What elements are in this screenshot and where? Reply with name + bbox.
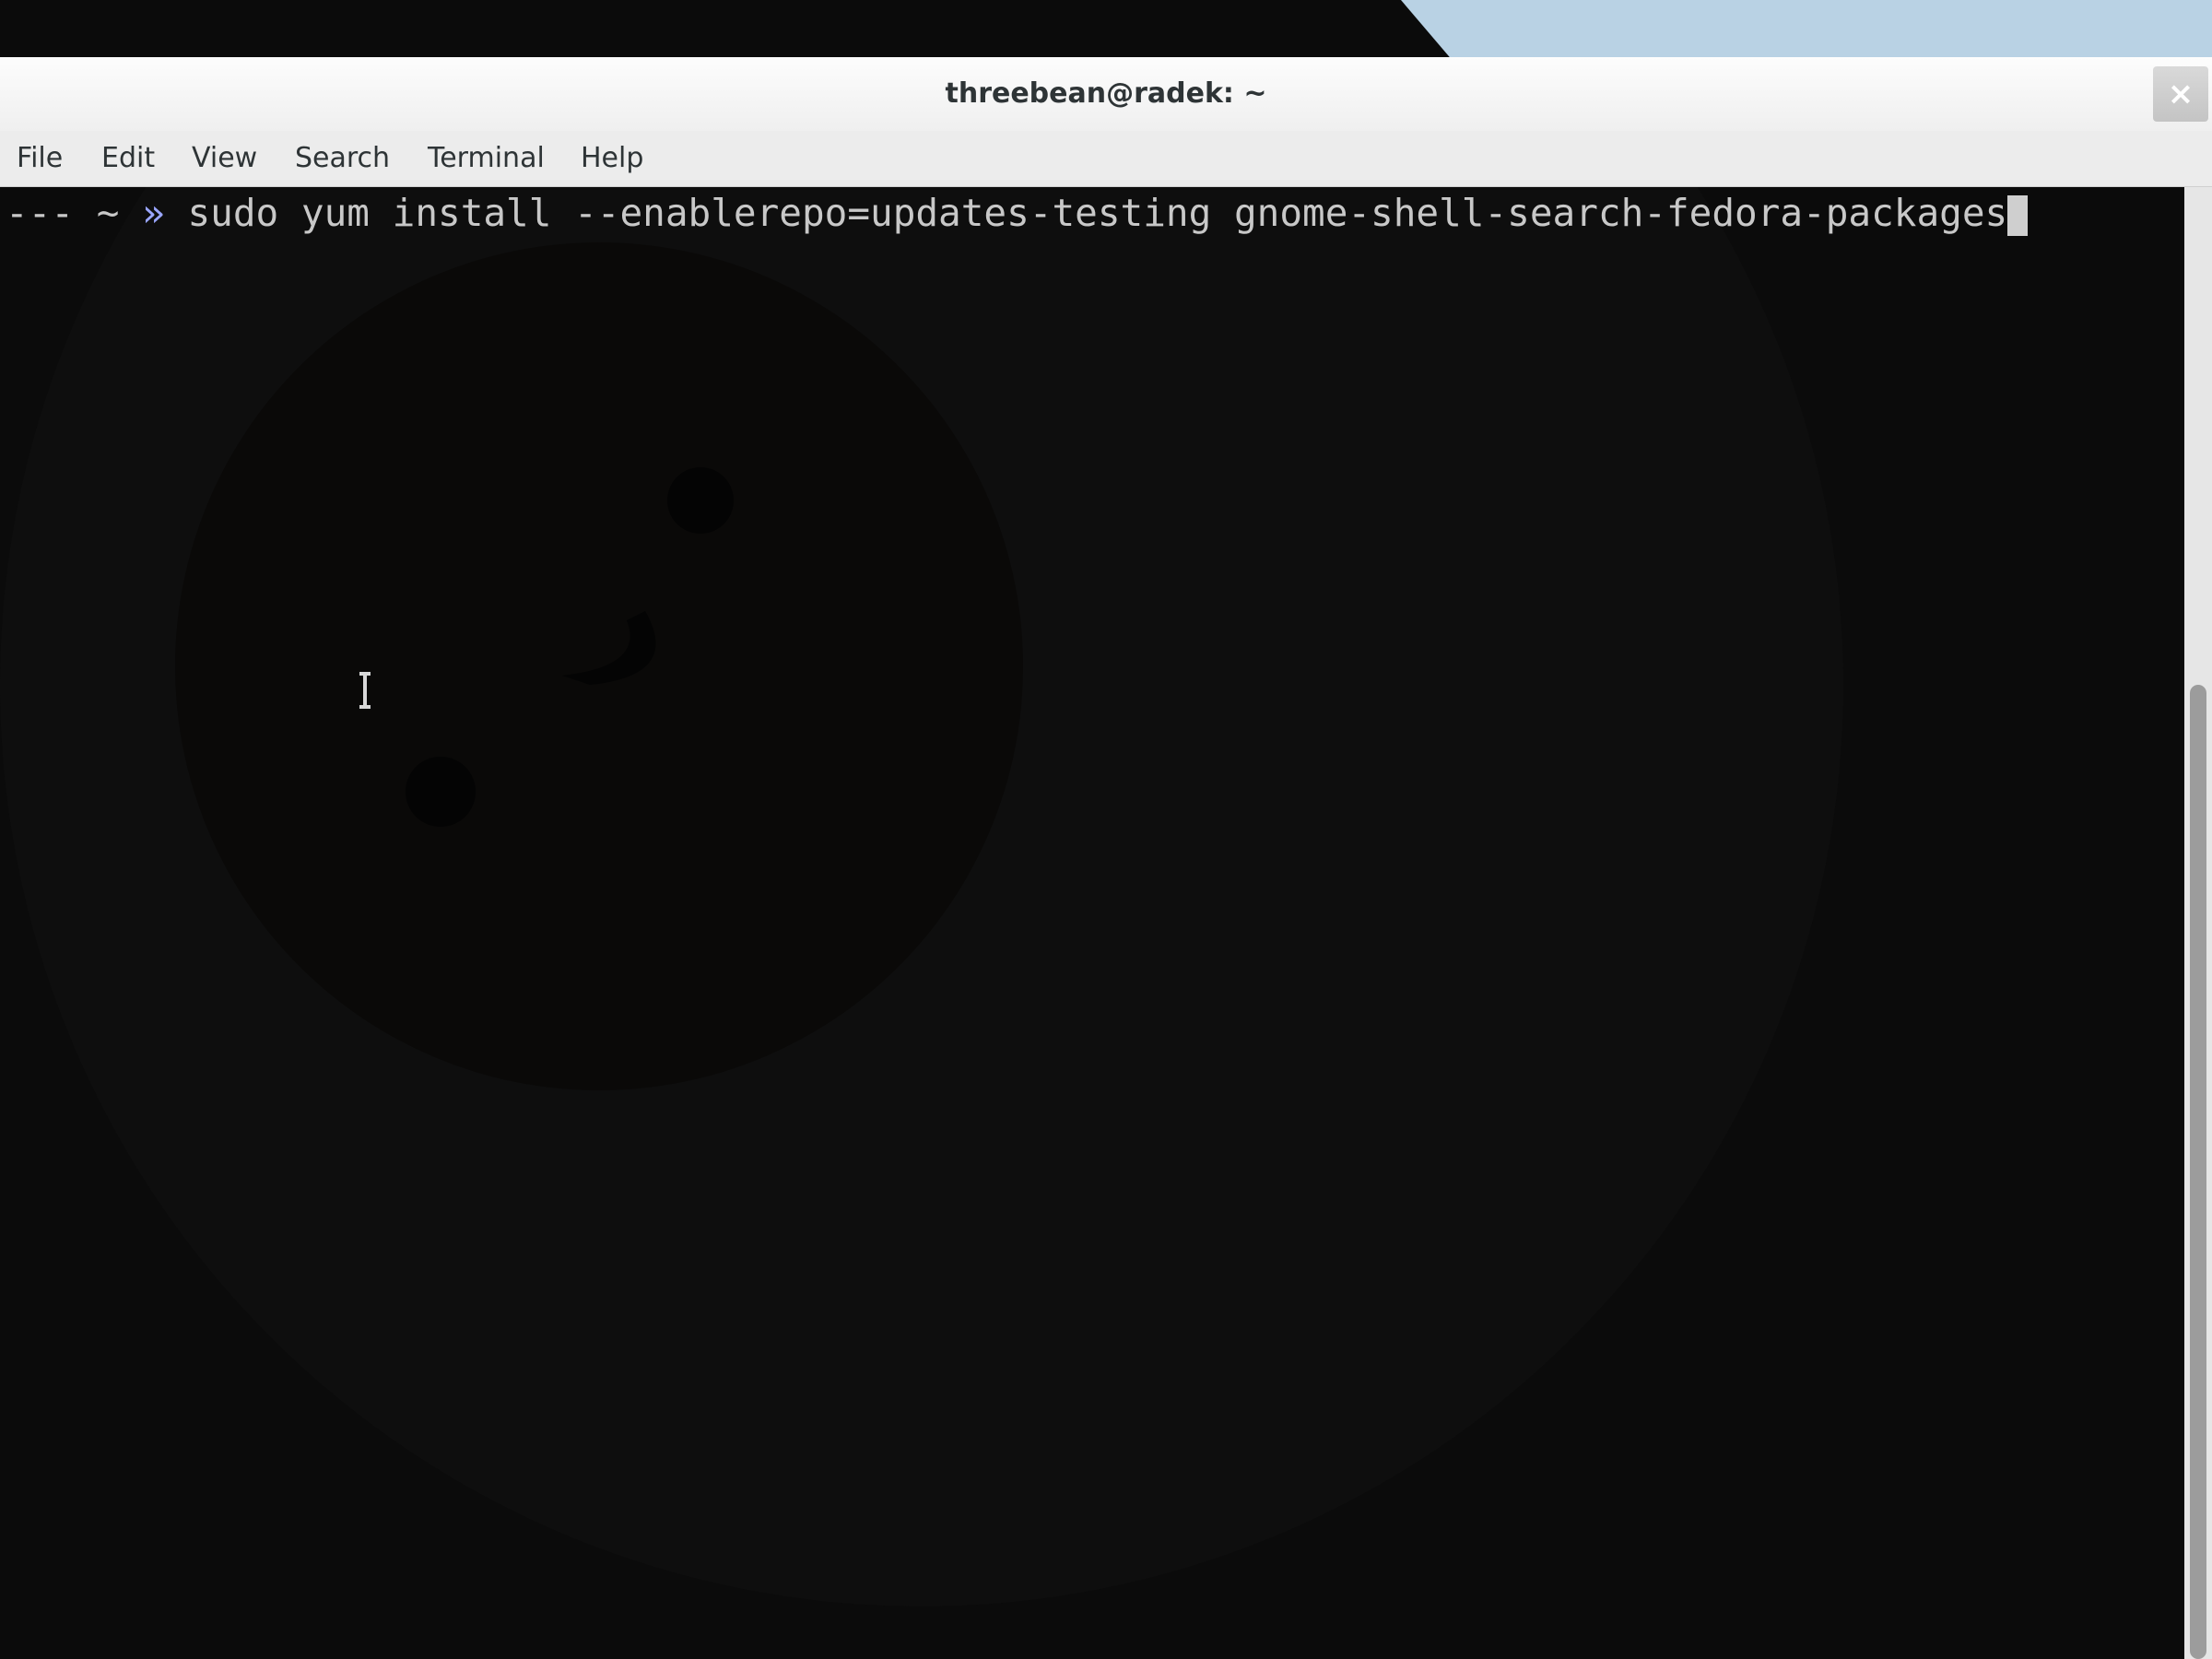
close-button[interactable]: × <box>2153 66 2208 122</box>
menu-view[interactable]: View <box>192 131 257 186</box>
menu-edit[interactable]: Edit <box>101 131 155 186</box>
text-cursor-block <box>2007 195 2029 236</box>
prompt-prefix: --- ~ <box>6 191 143 235</box>
prompt-line: --- ~ » sudo yum install --enablerepo=up… <box>6 187 2029 239</box>
wallpaper-decoration <box>0 187 1843 1606</box>
desktop-background-sliver <box>1401 0 2212 57</box>
screen: threebean@radek: ~ × File Edit View Sear… <box>0 0 2212 1659</box>
terminal-area[interactable]: --- ~ » sudo yum install --enablerepo=up… <box>0 187 2184 1659</box>
text-cursor-icon <box>359 672 371 709</box>
command-text: sudo yum install --enablerepo=updates-te… <box>187 191 2008 235</box>
scrollbar[interactable] <box>2184 187 2212 1659</box>
window-title: threebean@radek: ~ <box>945 77 1267 110</box>
scrollbar-thumb[interactable] <box>2190 685 2206 1659</box>
menu-bar: File Edit View Search Terminal Help <box>0 131 2212 187</box>
menu-search[interactable]: Search <box>295 131 390 186</box>
menu-terminal[interactable]: Terminal <box>428 131 545 186</box>
close-icon: × <box>2167 76 2194 112</box>
prompt-arrow: » <box>142 191 165 235</box>
menu-help[interactable]: Help <box>581 131 643 186</box>
window-titlebar[interactable]: threebean@radek: ~ × <box>0 57 2212 131</box>
menu-file[interactable]: File <box>17 131 63 186</box>
